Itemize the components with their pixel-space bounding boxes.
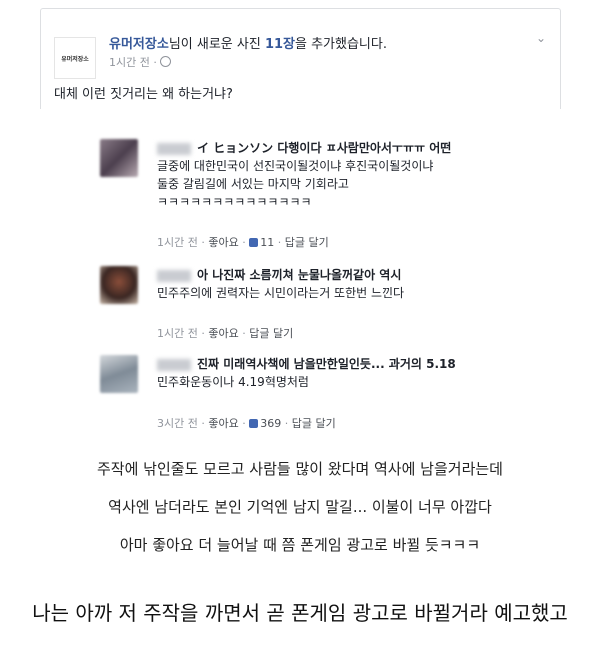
avatar[interactable] — [100, 266, 138, 304]
reply-button[interactable]: 답글 달기 — [285, 236, 329, 249]
caption-line-3: 아마 좋아요 더 늘어날 때 쯤 폰게임 광고로 바뀔 듯ㅋㅋㅋ — [119, 536, 481, 554]
commenter-name-blurred[interactable] — [157, 142, 191, 155]
comment-1: イ ヒョンソン 다행이다 ㅍ사람만아서ㅜㅠㅠ 어떤 글중에 대한민국이 선진국이… — [100, 139, 560, 251]
post-header: 유머저장소님이 새로운 사진 11장을 추가했습니다. — [109, 37, 387, 52]
like-count[interactable]: 11 — [260, 236, 274, 249]
like-button[interactable]: 좋아요 — [208, 417, 238, 430]
like-count[interactable]: 369 — [260, 417, 281, 430]
comment-2: 아 나진짜 소름끼쳐 눈물나올꺼같아 역시 민주주의에 권력자는 시민이라는거 … — [100, 266, 560, 342]
globe-icon — [159, 56, 171, 67]
footer-caption: 나는 아까 저 주작을 까면서 곧 폰게임 광고로 바뀔거라 예고했고 — [32, 601, 568, 625]
caption-line-1: 주작에 낚인줄도 모르고 사람들 많이 왔다며 역사에 남을거라는데 — [97, 460, 503, 478]
reply-button[interactable]: 답글 달기 — [292, 417, 336, 430]
comment-meta: 1시간 전 · 좋아요 · 답글 달기 — [157, 327, 294, 340]
reply-button[interactable]: 답글 달기 — [249, 327, 293, 340]
facebook-post-card: 유머저장소 유머저장소님이 새로운 사진 11장을 추가했습니다. 1시간 전 … — [40, 8, 561, 109]
comment-body: イ ヒョンソン 다행이다 ㅍ사람만아서ㅜㅠㅠ 어떤 글중에 대한민국이 선진국이… — [157, 141, 452, 209]
comment-meta: 3시간 전 · 좋아요 · 369 · 답글 달기 — [157, 417, 336, 430]
avatar[interactable] — [100, 355, 138, 393]
page-logo[interactable]: 유머저장소 — [54, 37, 96, 79]
comment-3: 진짜 미래역사책에 남을만한일인듯... 과거의 5.18 민주화운동이나 4.… — [100, 355, 560, 431]
chevron-down-icon[interactable]: ⌄ — [536, 31, 546, 45]
post-text: 대체 이런 짓거리는 왜 하는거냐? — [54, 87, 233, 102]
like-button[interactable]: 좋아요 — [208, 236, 238, 249]
comment-body: 진짜 미래역사책에 남을만한일인듯... 과거의 5.18 민주화운동이나 4.… — [157, 357, 456, 389]
avatar[interactable] — [100, 139, 138, 177]
commenter-name-blurred[interactable] — [157, 269, 191, 282]
post-timestamp[interactable]: 1시간 전 · — [109, 54, 171, 70]
like-button[interactable]: 좋아요 — [208, 327, 238, 340]
page-name-link[interactable]: 유머저장소 — [109, 37, 169, 52]
commenter-name-blurred[interactable] — [157, 358, 191, 371]
comment-body: 아 나진짜 소름끼쳐 눈물나올꺼같아 역시 민주주의에 권력자는 시민이라는거 … — [157, 268, 405, 300]
caption-line-2: 역사엔 남더라도 본인 기억엔 남지 말길... 이불이 너무 아깝다 — [108, 498, 492, 516]
photo-count-link[interactable]: 11장 — [265, 37, 295, 52]
like-thumb-icon — [249, 238, 259, 247]
like-thumb-icon — [249, 419, 259, 428]
comment-meta: 1시간 전 · 좋아요 · 11 · 답글 달기 — [157, 236, 329, 249]
